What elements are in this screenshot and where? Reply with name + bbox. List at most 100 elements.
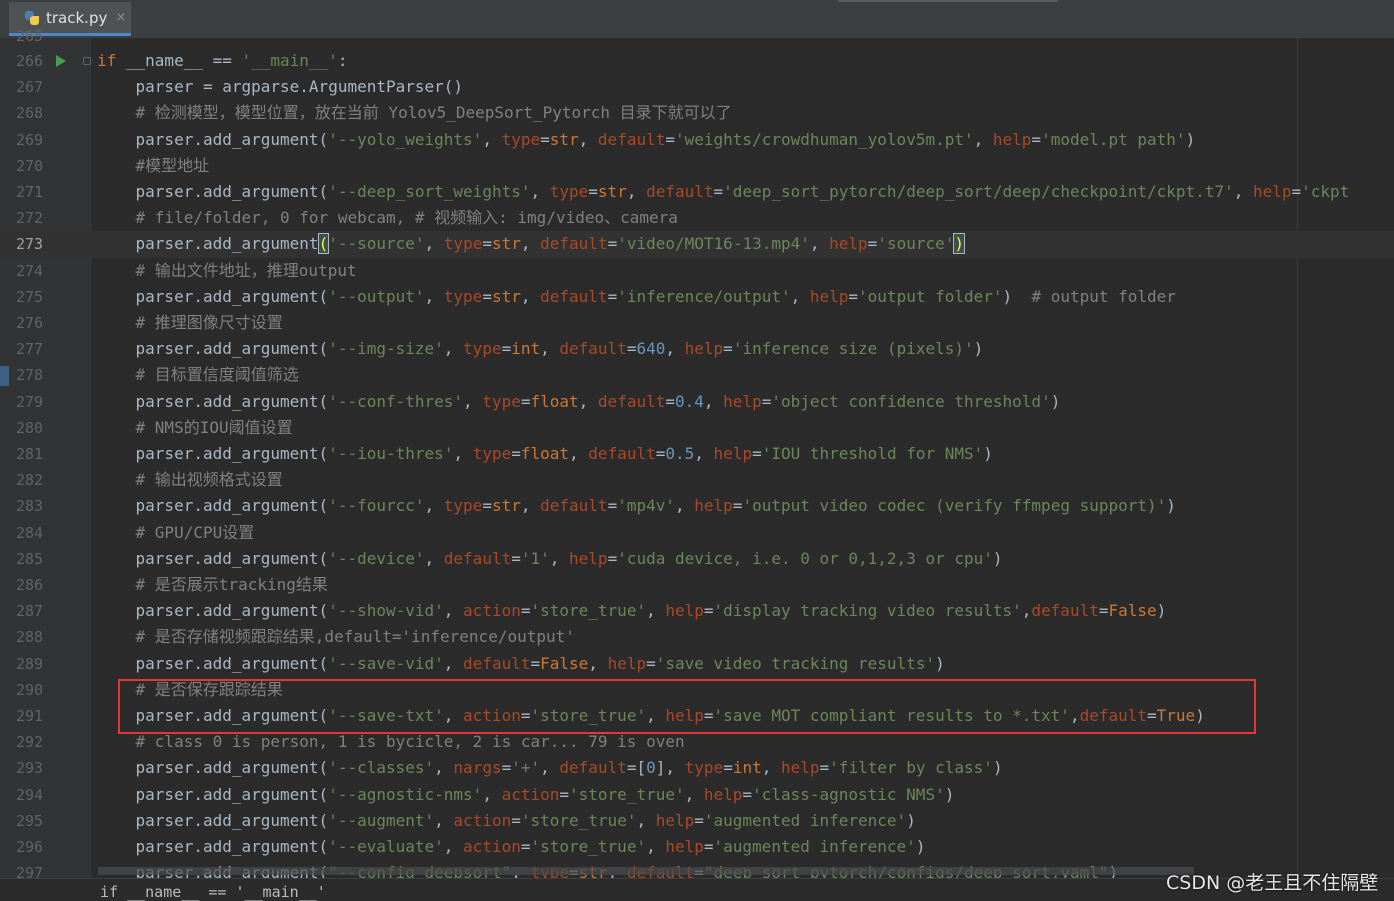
code-line[interactable]: 270 #模型地址 bbox=[0, 153, 1394, 179]
line-number: 289 bbox=[16, 654, 44, 673]
code-token: default bbox=[559, 339, 627, 359]
fold-icon[interactable] bbox=[83, 57, 91, 65]
code-line[interactable]: 268 # 检测模型，模型位置，放在当前 Yolov5_DeepSort_Pyt… bbox=[0, 100, 1394, 126]
horizontal-scrollbar[interactable] bbox=[98, 867, 1194, 875]
code-editor[interactable]: 265 266 if __name__ == '__main__': 267 par… bbox=[0, 27, 1394, 901]
code-token: # 检测模型，模型位置，放在当前 bbox=[97, 103, 389, 123]
code-token: , bbox=[424, 548, 444, 568]
code-token: , bbox=[443, 837, 464, 856]
code-line[interactable]: 291 parser.add_argument('--save-txt', ac… bbox=[0, 703, 1394, 729]
code-text: parser.add_argument('--augment', action=… bbox=[97, 808, 916, 834]
run-icon[interactable] bbox=[56, 55, 66, 67]
code-token: 'inference/output' bbox=[617, 286, 791, 306]
code-line[interactable]: 281 parser.add_argument('--iou-thres', t… bbox=[0, 441, 1394, 467]
code-line[interactable]: 288 # 是否存储视频跟踪结果,default='inference/outp… bbox=[0, 624, 1394, 650]
code-line[interactable]: 267 parser = argparse.ArgumentParser() bbox=[0, 74, 1394, 100]
code-token: parser.add_argument( bbox=[97, 837, 329, 856]
code-text: parser.add_argument('--device', default=… bbox=[97, 546, 1003, 572]
code-token: 'source' bbox=[877, 234, 955, 254]
code-token: 0.5 bbox=[665, 444, 695, 463]
code-line[interactable]: 285 parser.add_argument('--device', defa… bbox=[0, 546, 1394, 572]
code-token: help bbox=[1252, 182, 1292, 201]
code-line[interactable]: 283 parser.add_argument('--fourcc', type… bbox=[0, 493, 1394, 519]
code-token: '1' bbox=[520, 548, 550, 568]
code-line[interactable]: 292 # class 0 is person, 1 is bycicle, 2… bbox=[0, 729, 1394, 755]
code-token: '--source' bbox=[328, 234, 425, 254]
line-number: 291 bbox=[16, 707, 44, 725]
code-line[interactable]: 276 # 推理图像尺寸设置 bbox=[0, 310, 1394, 336]
code-token: type bbox=[443, 286, 483, 306]
line-number: 290 bbox=[16, 680, 44, 699]
code-line[interactable]: 286 # 是否展示tracking结果 bbox=[0, 572, 1394, 598]
line-number: 281 bbox=[16, 445, 44, 463]
code-token: parser.add_argument( bbox=[97, 548, 329, 568]
code-token: , bbox=[434, 758, 454, 778]
code-token: = bbox=[482, 234, 492, 254]
code-token: , bbox=[520, 286, 541, 306]
line-number: 283 bbox=[16, 497, 44, 516]
tab-label: track.py bbox=[46, 8, 108, 27]
code-token: = bbox=[819, 758, 830, 778]
code-text: parser.add_argument('--fourcc', type=str… bbox=[97, 493, 1176, 519]
code-token: ) bbox=[1185, 129, 1196, 149]
code-token: , bbox=[646, 706, 666, 725]
code-token: '--evaluate' bbox=[328, 837, 444, 856]
code-token: parser.add_argument( bbox=[97, 706, 329, 725]
code-token: default bbox=[588, 444, 656, 463]
code-text: parser.add_argument('--deep_sort_weights… bbox=[97, 179, 1350, 205]
line-number: 267 bbox=[16, 78, 44, 97]
code-line[interactable]: 277 parser.add_argument('--img-size', ty… bbox=[0, 336, 1394, 362]
code-token: '--fourcc' bbox=[328, 496, 425, 516]
code-token: if bbox=[97, 51, 117, 70]
code-line[interactable]: 273 parser.add_argument('--source', type… bbox=[0, 231, 1394, 258]
code-line[interactable]: 266 if __name__ == '__main__': bbox=[0, 48, 1394, 74]
code-token: # 是否存储视频跟踪结果,default='inference/output' bbox=[97, 627, 575, 647]
code-line[interactable]: 272 # file/folder, 0 for webcam, # 视频输入:… bbox=[0, 205, 1394, 231]
code-token: = bbox=[607, 234, 618, 254]
code-line[interactable]: 271 parser.add_argument('--deep_sort_wei… bbox=[0, 179, 1394, 205]
code-line[interactable]: 287 parser.add_argument('--show-vid', ac… bbox=[0, 598, 1394, 624]
watermark: CSDN @老王且不住隔壁 bbox=[1166, 872, 1379, 894]
code-line[interactable]: 274 # 输出文件地址，推理output bbox=[0, 258, 1394, 284]
code-line[interactable]: 282 # 输出视频格式设置 bbox=[0, 467, 1394, 493]
code-token: action bbox=[463, 706, 521, 725]
code-token: = bbox=[703, 601, 714, 621]
code-token: , bbox=[569, 444, 589, 463]
code-line[interactable]: 269 parser.add_argument('--yolo_weights'… bbox=[0, 127, 1394, 153]
code-line[interactable]: 279 parser.add_argument('--conf-thres', … bbox=[0, 389, 1394, 415]
code-token: = bbox=[646, 653, 656, 673]
code-line[interactable]: 290 # 是否保存跟踪结果 bbox=[0, 677, 1394, 703]
code-token: ) bbox=[992, 548, 1003, 568]
breadcrumb-item[interactable]: if __name__ == '__main__' bbox=[100, 883, 326, 901]
code-token: type bbox=[501, 129, 541, 149]
code-line[interactable]: 294 parser.add_argument('--agnostic-nms'… bbox=[0, 782, 1394, 808]
code-token: = bbox=[607, 496, 618, 516]
code-token: , bbox=[703, 391, 724, 411]
code-token: help bbox=[713, 444, 753, 463]
code-text: parser.add_argument('--yolo_weights', ty… bbox=[97, 127, 1196, 153]
code-token: False bbox=[540, 653, 589, 673]
code-token: = bbox=[665, 129, 675, 149]
code-line[interactable]: 280 # NMS的IOU阈值设置 bbox=[0, 415, 1394, 441]
code-line[interactable]: 296 parser.add_argument('--evaluate', ac… bbox=[0, 834, 1394, 860]
code-line[interactable]: 293 parser.add_argument('--classes', nar… bbox=[0, 755, 1394, 781]
code-token: int bbox=[732, 758, 762, 778]
code-line[interactable]: 284 # GPU/CPU设置 bbox=[0, 520, 1394, 546]
code-token: help bbox=[992, 129, 1032, 149]
code-line[interactable]: 295 parser.add_argument('--augment', act… bbox=[0, 808, 1394, 834]
code-token: = bbox=[501, 339, 512, 359]
code-token: '__main__' bbox=[241, 51, 338, 70]
code-token: 'cuda device, i.e. 0 or 0,1,2,3 or cpu' bbox=[617, 548, 993, 568]
tab-scroll-indicator bbox=[838, 0, 1058, 2]
code-line[interactable]: 278 # 目标置信度阈值筛选 bbox=[0, 362, 1394, 388]
code-text: # class 0 is person, 1 is bycicle, 2 is … bbox=[97, 729, 685, 755]
code-token: default bbox=[1079, 706, 1148, 725]
code-token: float bbox=[520, 444, 570, 463]
close-icon[interactable]: × bbox=[115, 10, 126, 25]
code-text: parser.add_argument('--save-txt', action… bbox=[97, 703, 1205, 729]
code-token: 'filter by class' bbox=[829, 758, 993, 778]
code-token: = bbox=[703, 706, 714, 725]
code-line[interactable]: 275 parser.add_argument('--output', type… bbox=[0, 284, 1394, 310]
code-line[interactable]: 289 parser.add_argument('--save-vid', de… bbox=[0, 651, 1394, 677]
code-token: # 输出视频格式设置 bbox=[97, 470, 283, 490]
